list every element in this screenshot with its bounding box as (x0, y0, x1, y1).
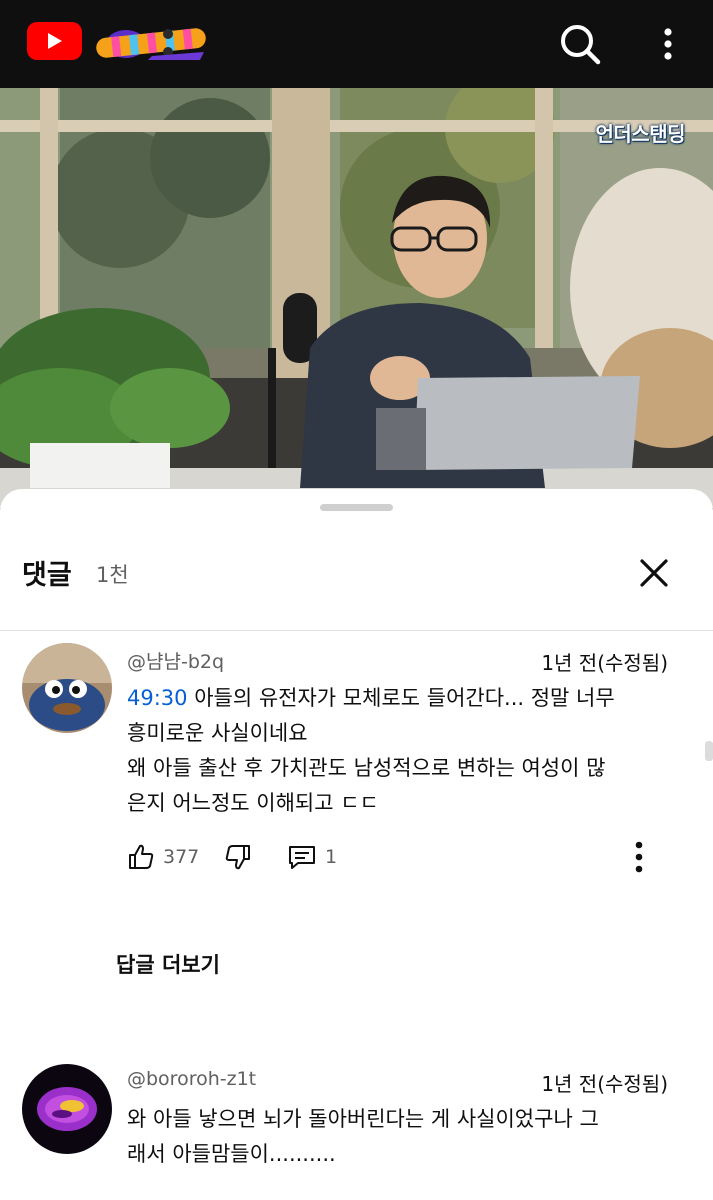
youtube-logo-icon[interactable] (27, 22, 82, 60)
comment-more-icon[interactable] (624, 837, 654, 877)
comment-author[interactable]: @bororoh-z1t (127, 1068, 256, 1090)
top-app-bar (0, 0, 713, 88)
comments-title: 댓글 (22, 560, 72, 591)
like-button[interactable]: 377 (127, 837, 199, 877)
more-vert-icon[interactable] (648, 20, 688, 68)
avatar[interactable] (22, 1064, 112, 1154)
avatar[interactable] (22, 643, 112, 733)
video-frame (0, 88, 713, 508)
close-icon[interactable] (632, 551, 676, 595)
comment-actions: 377 1 (127, 837, 667, 877)
comment-author[interactable]: @냠냠-b2q (127, 647, 224, 674)
comment-time: 1년 전(수정됨) (541, 651, 668, 675)
comment-text-rest: 흥미로운 사실이네요 왜 아들 출산 후 가치관도 남성적으로 변하는 여성이 … (127, 721, 606, 815)
play-triangle-icon (48, 33, 62, 49)
comments-panel: 댓글 1천 @냠냠-b2q 1년 전(수정됨) 49:30 아들의 유전자가 모… (0, 489, 713, 1200)
header-divider (0, 630, 713, 631)
youtube-doodle-icon[interactable] (92, 22, 210, 60)
thumbs-down-icon (225, 845, 250, 870)
reply-comment-icon (289, 846, 315, 869)
video-player[interactable]: 언더스탠딩 (0, 88, 713, 508)
dislike-button[interactable] (224, 837, 252, 877)
comment-text-first-line: 아들의 유전자가 모체로도 들어간다... 정말 너무 (187, 686, 615, 710)
comment-text: 와 아들 낳으면 뇌가 돌아버린다는 게 사실이었구나 그 래서 아들맘들이..… (127, 1107, 599, 1166)
reply-button[interactable]: 1 (287, 837, 337, 877)
scrollbar-thumb[interactable] (705, 741, 713, 761)
more-replies-button[interactable]: 답글 더보기 (116, 949, 220, 979)
comment-time: 1년 전(수정됨) (541, 1072, 668, 1096)
like-count: 377 (163, 846, 200, 868)
channel-watermark: 언더스탠딩 (595, 122, 686, 146)
thumbs-up-icon (129, 844, 154, 869)
comments-count: 1천 (96, 563, 129, 587)
search-icon[interactable] (556, 20, 604, 68)
comment-text: 49:30 아들의 유전자가 모체로도 들어간다... 정말 너무 흥미로운 사… (127, 681, 687, 821)
drag-handle[interactable] (320, 504, 393, 511)
comment-timestamp-link[interactable]: 49:30 (127, 686, 188, 710)
reply-count: 1 (325, 846, 338, 868)
